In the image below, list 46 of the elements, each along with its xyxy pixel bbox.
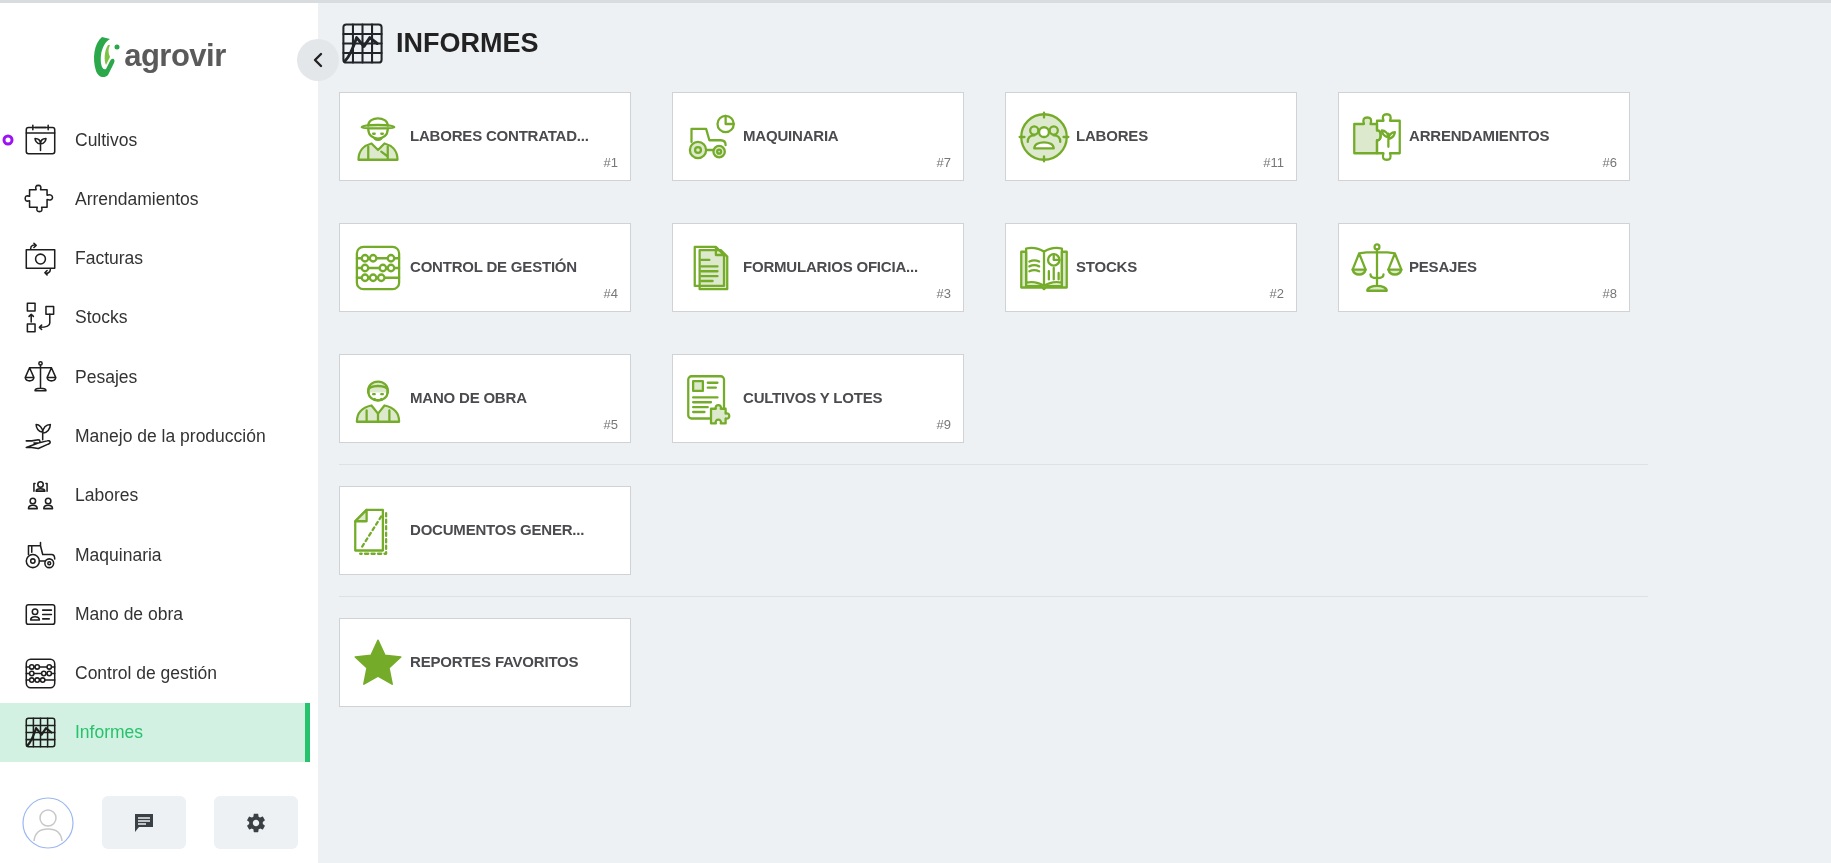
report-card[interactable]: MAQUINARIA #7 — [672, 92, 964, 181]
report-card[interactable]: STOCKS #2 — [1005, 223, 1297, 312]
report-title: REPORTES FAVORITOS — [410, 652, 579, 673]
report-card[interactable]: ARRENDAMIENTOS #6 — [1338, 92, 1630, 181]
report-title: CONTROL DE GESTIÓN — [410, 257, 577, 278]
report-card[interactable]: DOCUMENTOS GENER... — [339, 486, 631, 575]
report-title: STOCKS — [1076, 257, 1138, 278]
report-title: MAQUINARIA — [743, 126, 839, 147]
report-title: CULTIVOS Y LOTES — [743, 388, 883, 409]
report-number: #7 — [936, 153, 951, 172]
sidebar-item[interactable]: Stocks — [0, 287, 310, 348]
sidebar-item[interactable]: Pesajes — [0, 347, 310, 407]
report-card[interactable]: REPORTES FAVORITOS — [339, 618, 631, 707]
sidebar-item[interactable]: Labores — [0, 465, 310, 526]
report-card[interactable]: LABORES #11 — [1005, 92, 1297, 181]
sidebar-item[interactable]: Manejo de la producción — [0, 406, 310, 466]
report-number: #1 — [603, 153, 618, 172]
sidebar-item[interactable]: Mano de obra — [0, 584, 310, 644]
report-number: #5 — [603, 415, 618, 434]
sidebar-item[interactable]: Cultivos — [0, 110, 310, 170]
report-title: FORMULARIOS OFICIA... — [743, 257, 918, 278]
report-number: #3 — [936, 284, 951, 303]
sidebar-item[interactable]: Arrendamientos — [0, 169, 310, 229]
report-title: LABORES — [1076, 126, 1148, 147]
report-card[interactable]: CONTROL DE GESTIÓN #4 — [339, 223, 631, 312]
report-card[interactable]: FORMULARIOS OFICIA... #3 — [672, 223, 964, 312]
report-card[interactable]: LABORES CONTRATAD... #1 — [339, 92, 631, 181]
sidebar-item[interactable]: Control de gestión — [0, 643, 310, 703]
report-number: #9 — [936, 415, 951, 434]
report-card[interactable]: CULTIVOS Y LOTES #9 — [672, 354, 964, 443]
report-title: LABORES CONTRATAD... — [410, 126, 589, 147]
report-card[interactable]: PESAJES #8 — [1338, 223, 1630, 312]
sidebar-item[interactable]: Maquinaria — [0, 525, 310, 585]
report-title: ARRENDAMIENTOS — [1409, 126, 1550, 147]
logo-text: agrovir — [124, 37, 226, 76]
sidebar-item[interactable]: Facturas — [0, 228, 310, 288]
report-number: #6 — [1602, 153, 1617, 172]
report-number: #11 — [1263, 153, 1284, 172]
report-number: #2 — [1269, 284, 1284, 303]
page-title: INFORMES — [396, 27, 539, 60]
report-card[interactable]: MANO DE OBRA #5 — [339, 354, 631, 443]
report-title: MANO DE OBRA — [410, 388, 527, 409]
report-title: PESAJES — [1409, 257, 1477, 278]
report-number: #4 — [603, 284, 618, 303]
report-number: #8 — [1602, 284, 1617, 303]
report-title: DOCUMENTOS GENER... — [410, 520, 585, 541]
